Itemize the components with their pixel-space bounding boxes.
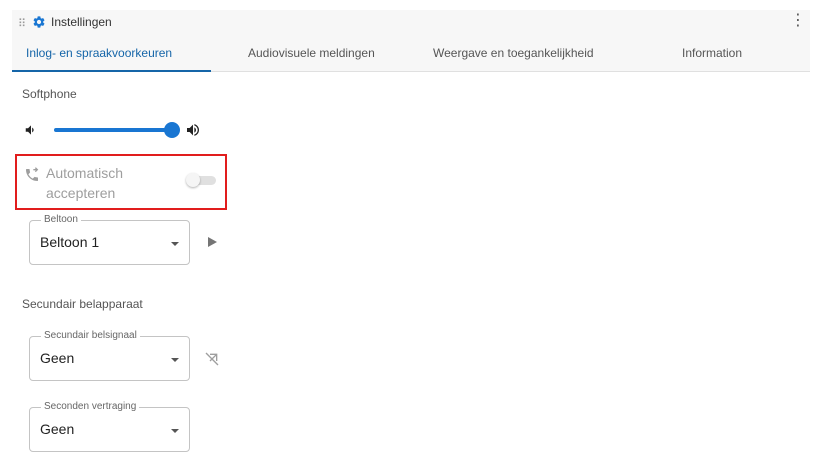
softphone-heading: Softphone	[22, 87, 77, 101]
secondary-signal-select[interactable]: Secundair belsignaal Geen	[29, 330, 190, 381]
volume-low-icon[interactable]	[24, 123, 38, 137]
tab-bar: Inlog- en spraakvoorkeuren Audiovisuele …	[12, 44, 810, 72]
delay-seconds-select[interactable]: Seconden vertraging Geen	[29, 401, 190, 452]
volume-slider-thumb[interactable]	[164, 122, 180, 138]
secondary-signal-value: Geen	[40, 350, 75, 366]
drag-handle-icon[interactable]: ⠿	[18, 17, 26, 30]
delay-seconds-label: Seconden vertraging	[41, 401, 140, 413]
ringtone-select[interactable]: Beltoon Beltoon 1	[29, 214, 190, 265]
page-title: Instellingen	[51, 15, 112, 29]
active-tab-indicator	[12, 70, 211, 72]
secondary-device-heading: Secundair belapparaat	[22, 297, 143, 311]
delay-seconds-value: Geen	[40, 421, 75, 437]
chevron-down-icon	[171, 358, 179, 362]
settings-panel-header: ⠿ Instellingen ⋮ Inlog- en spraakvoorkeu…	[12, 10, 810, 72]
ringtone-value: Beltoon 1	[40, 234, 100, 250]
toggle-knob	[186, 173, 200, 187]
phone-forward-icon	[26, 167, 39, 181]
chevron-down-icon	[171, 242, 179, 246]
play-icon[interactable]	[208, 237, 217, 247]
secondary-signal-label: Secundair belsignaal	[41, 330, 140, 342]
tab-audiovisual[interactable]: Audiovisuele meldingen	[248, 46, 375, 60]
gear-icon	[33, 16, 45, 28]
tab-login-voice[interactable]: Inlog- en spraakvoorkeuren	[26, 46, 172, 60]
tab-display-accessibility[interactable]: Weergave en toegankelijkheid	[433, 46, 594, 60]
auto-accept-toggle[interactable]	[186, 173, 216, 187]
ringtone-label: Beltoon	[41, 214, 81, 226]
volume-high-icon[interactable]	[185, 122, 201, 138]
auto-accept-label: Automatisch accepteren	[46, 165, 124, 201]
unlink-icon[interactable]	[204, 351, 220, 367]
chevron-down-icon	[171, 429, 179, 433]
more-vert-icon[interactable]: ⋮	[790, 13, 806, 29]
volume-slider[interactable]	[54, 128, 172, 132]
tab-information[interactable]: Information	[682, 46, 742, 60]
